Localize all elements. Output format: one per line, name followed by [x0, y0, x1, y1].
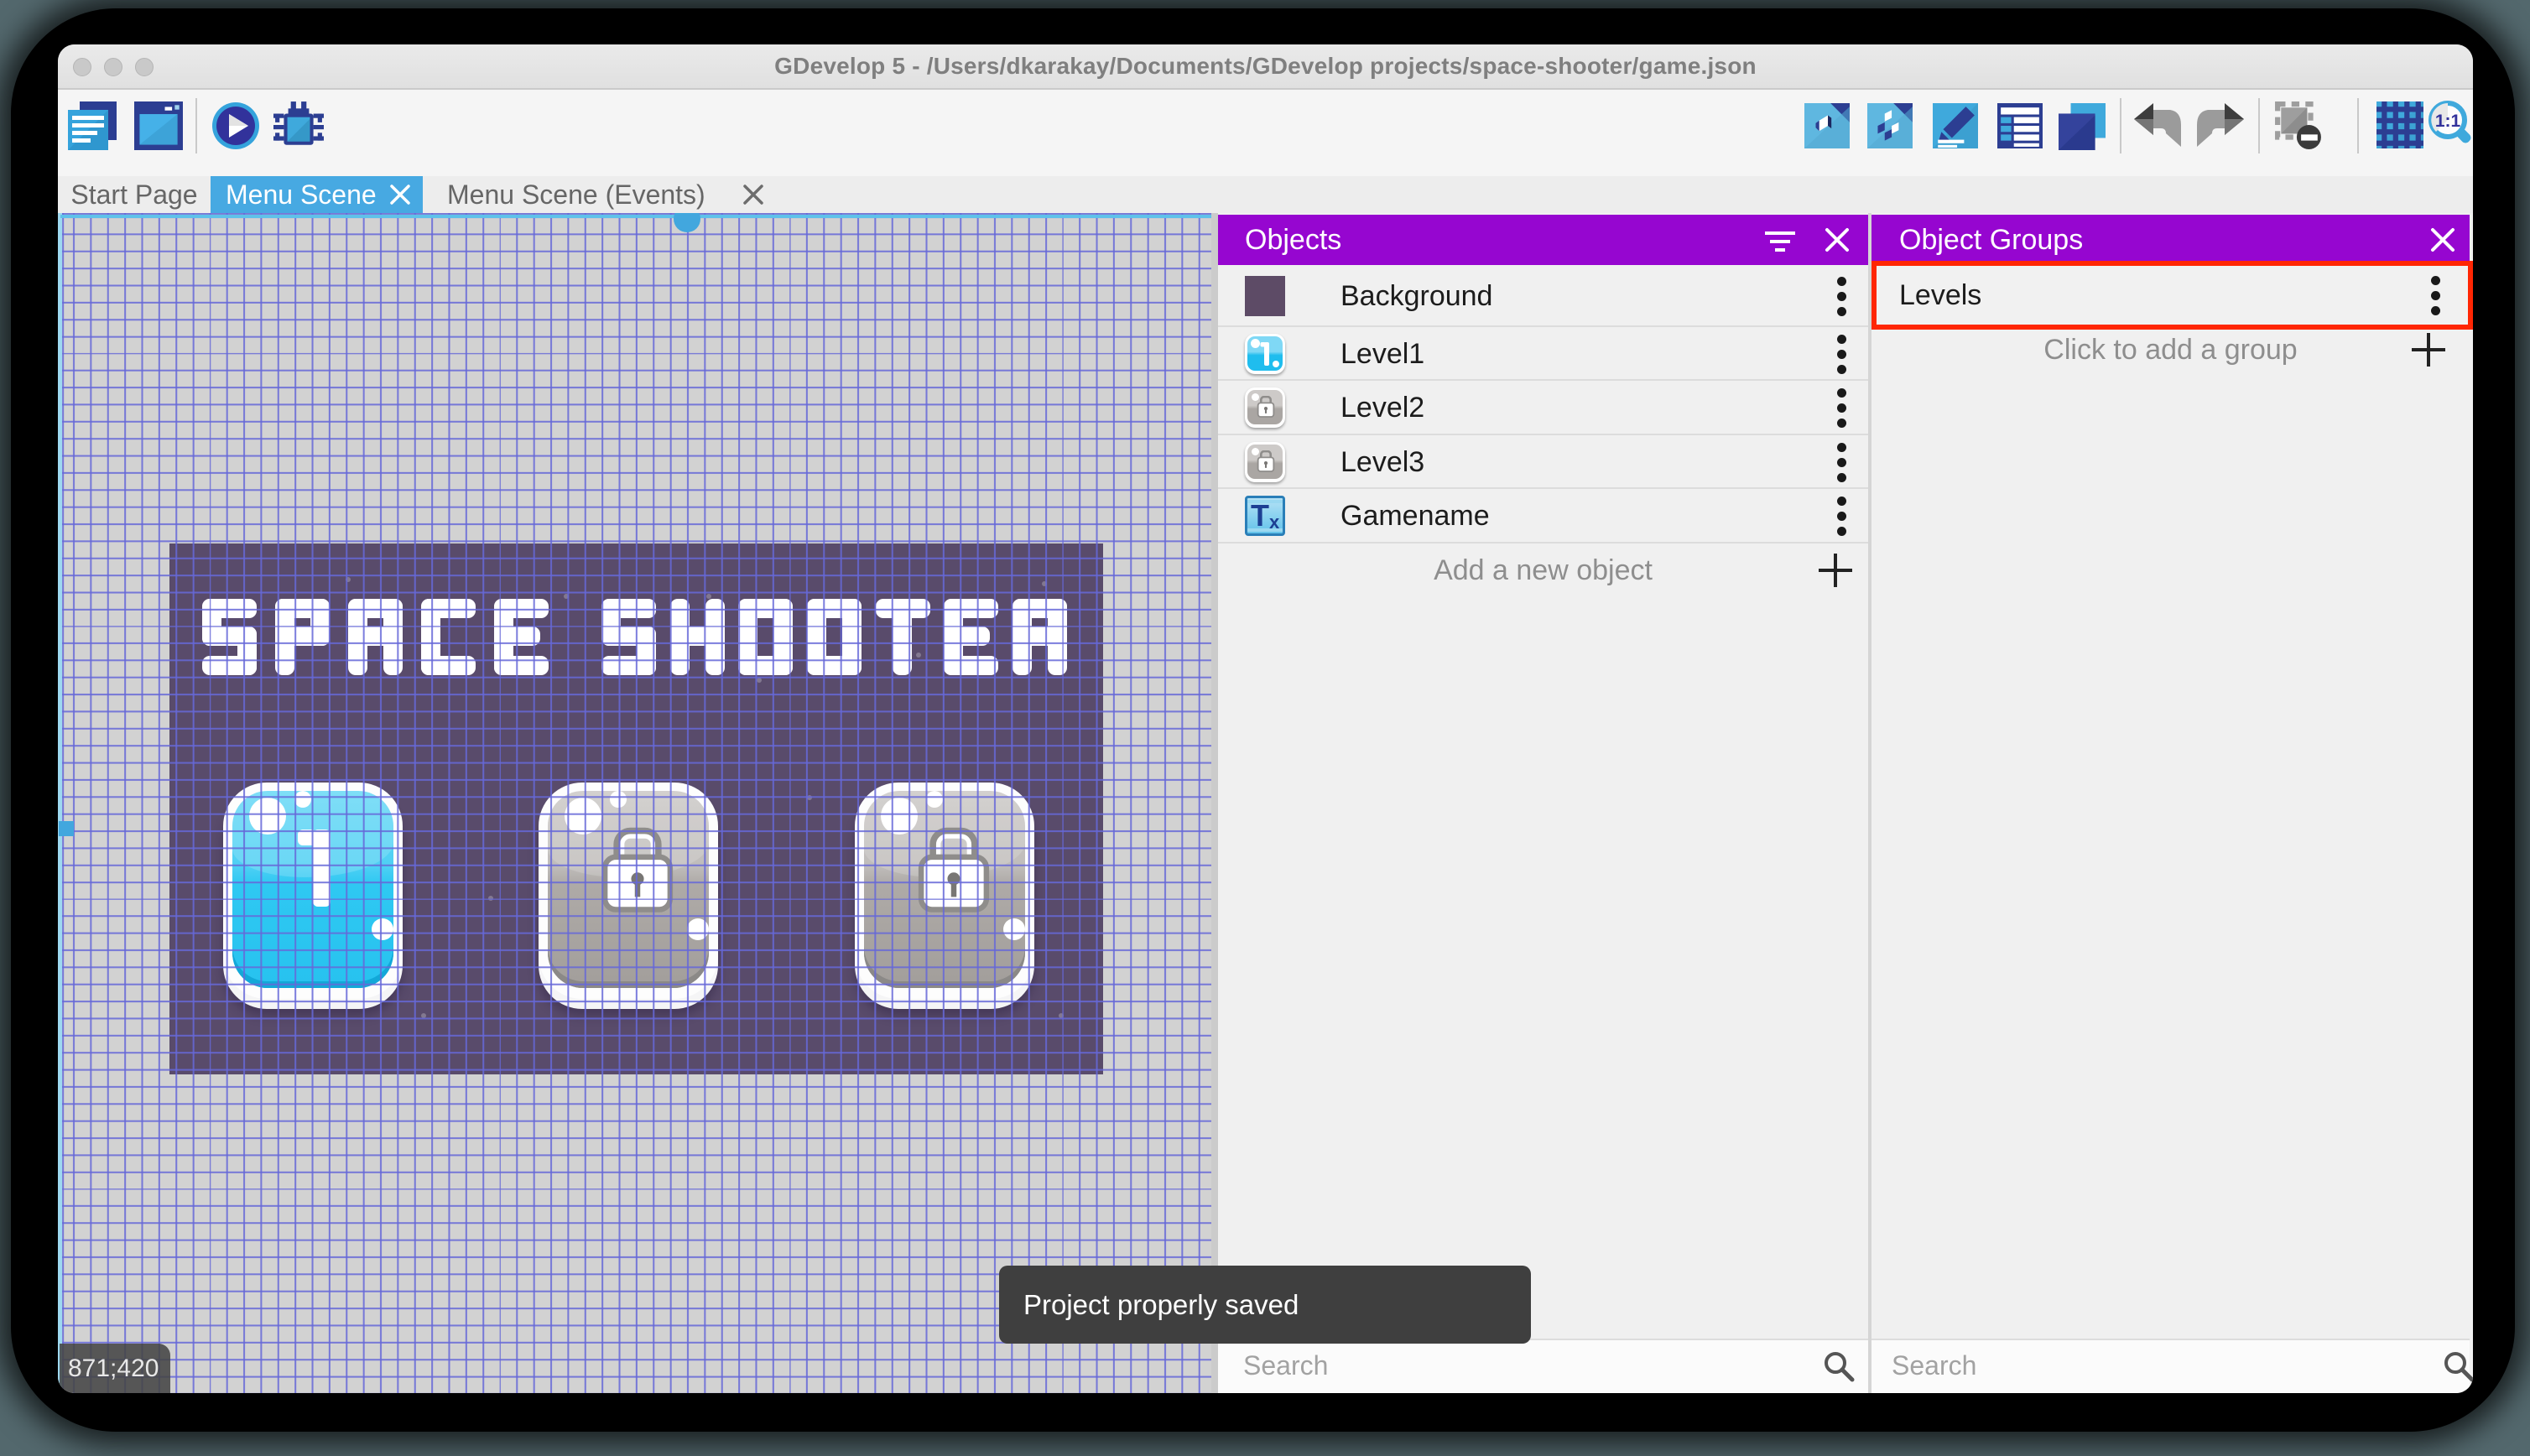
- svg-text:x: x: [1269, 512, 1280, 533]
- svg-text:1:1: 1:1: [2435, 112, 2461, 131]
- svg-text:T: T: [1251, 498, 1269, 533]
